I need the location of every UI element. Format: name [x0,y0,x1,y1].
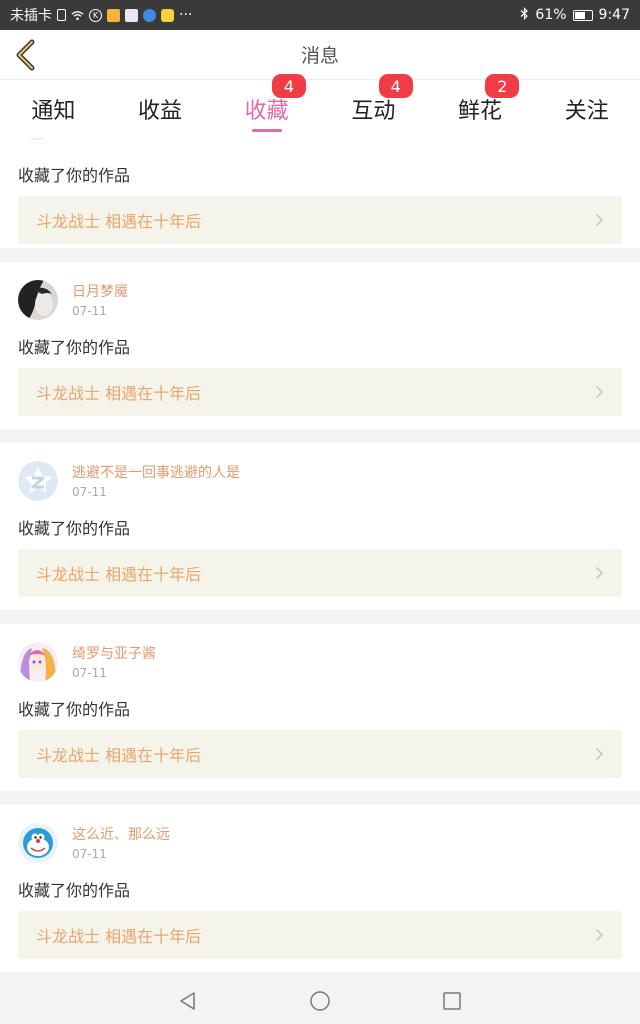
status-left: 未插卡 K ··· [10,5,520,25]
back-button[interactable] [10,38,40,72]
tab-interactions[interactable]: 互动 4 [320,74,427,138]
header: 消息 [0,30,640,80]
tab-label: 通知 [31,99,76,124]
chevron-right-icon [595,928,604,942]
avatar[interactable] [18,642,58,682]
list-item: 收藏了你的作品 斗龙战士 相遇在十年后 [0,138,640,248]
app-notification-icon [125,8,138,22]
status-bar: 未插卡 K ··· 61% 9:47 [0,0,640,30]
carrier-text: 未插卡 [10,8,52,24]
tab-label: 收益 [138,99,183,124]
user-row: 逃避不是一回事逃避的人是 07-11 [18,443,622,519]
tab-bar: 通知 收益 收藏 4 互动 4 鲜花 2 关注 [0,74,640,138]
tab-favorites[interactable]: 收藏 4 [213,74,320,138]
triangle-back-icon [180,992,195,1010]
tab-flowers[interactable]: 鲜花 2 [427,74,534,138]
action-text: 收藏了你的作品 [18,700,131,719]
username[interactable]: 逃避不是一回事逃避的人是 [72,464,240,482]
action-text: 收藏了你的作品 [18,166,131,185]
nav-recents-button[interactable] [430,983,474,1019]
nav-home-button[interactable] [298,983,342,1019]
list-item: 绮罗与亚子酱 07-11 收藏了你的作品 斗龙战士 相遇在十年后 [0,624,640,791]
chevron-right-icon [595,213,604,227]
sim-icon [57,9,66,21]
work-link[interactable]: 斗龙战士 相遇在十年后 [18,730,622,778]
unread-badge: 2 [485,74,520,98]
square-recents-icon [443,992,461,1010]
wifi-icon [71,9,84,22]
more-notifications-icon: ··· [179,7,193,23]
work-title: 斗龙战士 相遇在十年后 [36,927,202,946]
work-link[interactable]: 斗龙战士 相遇在十年后 [18,196,622,244]
work-title: 斗龙战士 相遇在十年后 [36,746,202,765]
avatar[interactable] [22,138,52,140]
clock: 9:47 [598,7,630,23]
k-app-icon: K [89,8,102,22]
avatar[interactable] [18,280,58,320]
username[interactable]: 这么近、那么远 [72,826,170,844]
tab-label: 关注 [564,99,609,124]
work-title: 斗龙战士 相遇在十年后 [36,565,202,584]
username[interactable]: 绮罗与亚子酱 [72,645,156,663]
work-link[interactable]: 斗龙战士 相遇在十年后 [18,549,622,597]
battery-icon [572,9,593,21]
battery-percent: 61% [535,7,567,23]
circle-home-icon [310,991,330,1011]
user-row: 日月梦魇 07-11 [18,262,622,338]
user-row: 这么近、那么远 07-11 [18,805,622,881]
list-item: 这么近、那么远 07-11 收藏了你的作品 斗龙战士 相遇在十年后 [0,805,640,972]
work-title: 斗龙战士 相遇在十年后 [36,384,202,403]
tab-notifications[interactable]: 通知 [0,80,107,138]
action-text: 收藏了你的作品 [18,338,131,357]
unread-badge: 4 [272,74,307,98]
date: 07-11 [72,665,107,680]
chevron-right-icon [595,385,604,399]
app-notification-icon [107,8,120,22]
username[interactable]: 日月梦魇 [72,283,128,301]
unread-badge: 4 [378,74,413,98]
list-item: 逃避不是一回事逃避的人是 07-11 收藏了你的作品 斗龙战士 相遇在十年后 [0,443,640,610]
chevron-right-icon [595,747,604,761]
date: 07-11 [72,484,107,499]
date: 07-11 [72,846,107,861]
work-link[interactable]: 斗龙战士 相遇在十年后 [18,368,622,416]
app-notification-icon [161,8,174,22]
avatar[interactable] [18,823,58,863]
tab-earnings[interactable]: 收益 [107,80,214,138]
chevron-right-icon [595,566,604,580]
work-title: 斗龙战士 相遇在十年后 [36,212,202,231]
action-text: 收藏了你的作品 [18,881,131,900]
status-right: 61% 9:47 [520,6,630,24]
chevron-left-icon [16,39,35,71]
user-row: 绮罗与亚子酱 07-11 [18,624,622,700]
work-link[interactable]: 斗龙战士 相遇在十年后 [18,911,622,959]
bluetooth-icon [520,6,529,24]
system-nav-bar [0,978,640,1024]
tab-following[interactable]: 关注 [533,80,640,138]
avatar[interactable] [18,461,58,501]
app-notification-icon [143,8,156,22]
favorites-list[interactable]: 收藏了你的作品 斗龙战士 相遇在十年后 日月梦魇 07-11 收藏了你的作品 斗… [0,138,640,978]
list-item: 日月梦魇 07-11 收藏了你的作品 斗龙战士 相遇在十年后 [0,262,640,429]
nav-back-button[interactable] [166,983,210,1019]
date: 07-11 [72,303,107,318]
action-text: 收藏了你的作品 [18,519,131,538]
page-title: 消息 [300,45,339,67]
